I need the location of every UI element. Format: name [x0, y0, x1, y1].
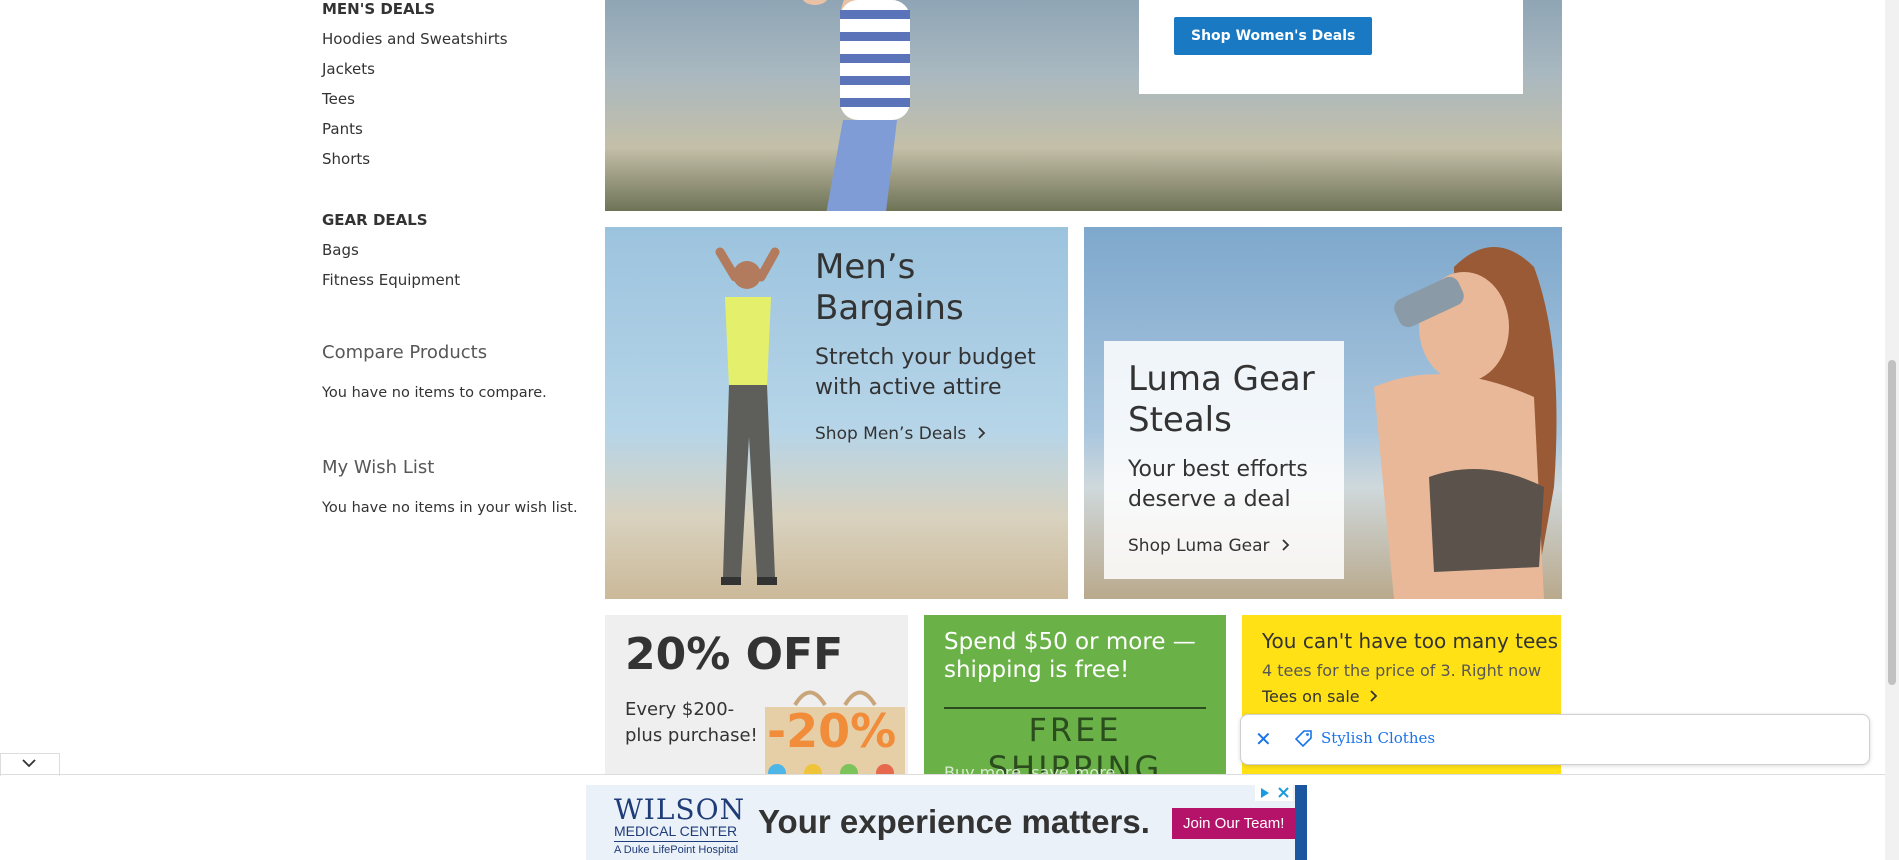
man-stretching-image: [715, 247, 780, 585]
compare-empty-text: You have no items to compare.: [322, 385, 547, 401]
chevron-right-icon: [1281, 539, 1289, 551]
mens-bargains-text: Men’s Bargains Stretch your budget with …: [815, 247, 1055, 444]
mens-deals-list: Hoodies and Sweatshirts Jackets Tees Pan…: [322, 24, 508, 174]
ad-logo-subtitle: MEDICAL CENTER: [614, 823, 738, 839]
ad-banner[interactable]: WILSON MEDICAL CENTER A Duke LifePoint H…: [586, 785, 1307, 860]
search-suggestion-chip[interactable]: ✕ Stylish Clothes: [1240, 714, 1870, 765]
mens-deals-heading: MEN'S DEALS: [322, 0, 436, 18]
shopping-bag-image: -20%: [765, 690, 905, 775]
woman-drinking-image: [1374, 247, 1557, 599]
shop-womens-deals-button[interactable]: Shop Women's Deals: [1174, 17, 1373, 55]
mens-bargains-tile[interactable]: Men’s Bargains Stretch your budget with …: [605, 227, 1068, 599]
luma-gear-card: Luma Gear Steals Your best efforts deser…: [1104, 341, 1344, 579]
tees-on-sale-link[interactable]: Tees on sale: [1262, 687, 1379, 706]
sidebar-item-bags[interactable]: Bags: [322, 235, 460, 265]
twenty-off-subtitle: Every $200-plus purchase!: [625, 699, 758, 747]
ad-tagline: Your experience matters.: [758, 803, 1150, 840]
gear-deals-heading: GEAR DEALS: [322, 211, 428, 229]
sidebar-item-tees[interactable]: Tees: [322, 84, 508, 114]
bag-discount-text: -20%: [767, 704, 896, 758]
mens-bargains-title: Men’s Bargains: [815, 247, 964, 328]
compare-products-title: Compare Products: [322, 342, 488, 363]
ad-edge-bar: [1295, 785, 1307, 860]
shop-luma-gear-link[interactable]: Shop Luma Gear: [1128, 536, 1291, 557]
page-scrollbar-thumb[interactable]: [1888, 360, 1896, 685]
collapse-panel-button[interactable]: [0, 753, 60, 776]
chevron-right-icon: [1370, 690, 1377, 702]
shop-mens-deals-link[interactable]: Shop Men’s Deals: [815, 424, 987, 445]
tag-icon: [1295, 730, 1312, 747]
ad-join-team-button[interactable]: Join Our Team!: [1172, 808, 1296, 839]
luma-gear-subtitle: Your best efforts deserve a deal: [1128, 456, 1308, 513]
tees-subtitle: 4 tees for the price of 3. Right now: [1262, 661, 1542, 680]
twenty-off-title: 20% OFF: [625, 629, 844, 680]
tees-on-sale-label: Tees on sale: [1262, 687, 1360, 706]
mens-bargains-subtitle: Stretch your budget with active attire: [815, 344, 1036, 401]
sidebar-item-hoodies[interactable]: Hoodies and Sweatshirts: [322, 24, 508, 54]
bottom-divider: [0, 774, 1885, 775]
ad-logo-name: WILSON: [614, 793, 746, 826]
ad-choices-icon: [1261, 787, 1289, 798]
sidebar-item-shorts[interactable]: Shorts: [322, 144, 508, 174]
shop-luma-gear-label: Shop Luma Gear: [1128, 536, 1270, 557]
runner-image: [802, 0, 910, 211]
free-shipping-title: Spend $50 or more — shipping is free!: [944, 629, 1196, 683]
sidebar-item-fitness-equipment[interactable]: Fitness Equipment: [322, 265, 460, 295]
luma-gear-tile[interactable]: Luma Gear Steals Your best efforts deser…: [1084, 227, 1562, 599]
womens-deals-hero[interactable]: Shop Women's Deals: [605, 0, 1562, 211]
free-shipping-promo[interactable]: Spend $50 or more — shipping is free! FR…: [924, 615, 1226, 775]
ad-choices-badge[interactable]: [1255, 785, 1293, 801]
search-chip-label: Stylish Clothes: [1321, 729, 1436, 747]
shop-mens-deals-label: Shop Men’s Deals: [815, 424, 967, 445]
sidebar-item-pants[interactable]: Pants: [322, 114, 508, 144]
gear-deals-list: Bags Fitness Equipment: [322, 235, 460, 295]
ad-logo-tagline: A Duke LifePoint Hospital: [614, 841, 739, 856]
hero-card: Shop Women's Deals: [1139, 0, 1523, 94]
wishlist-empty-text: You have no items in your wish list.: [322, 500, 578, 516]
close-icon[interactable]: ✕: [1255, 727, 1272, 751]
tees-title: You can't have too many tees: [1262, 629, 1559, 653]
twenty-off-promo[interactable]: 20% OFF Every $200-plus purchase! -20%: [605, 615, 908, 775]
chevron-right-icon: [978, 427, 986, 439]
chevron-down-icon: [22, 759, 36, 768]
wishlist-title: My Wish List: [322, 457, 435, 478]
sidebar-item-jackets[interactable]: Jackets: [322, 54, 508, 84]
luma-gear-title: Luma Gear Steals: [1128, 359, 1315, 440]
